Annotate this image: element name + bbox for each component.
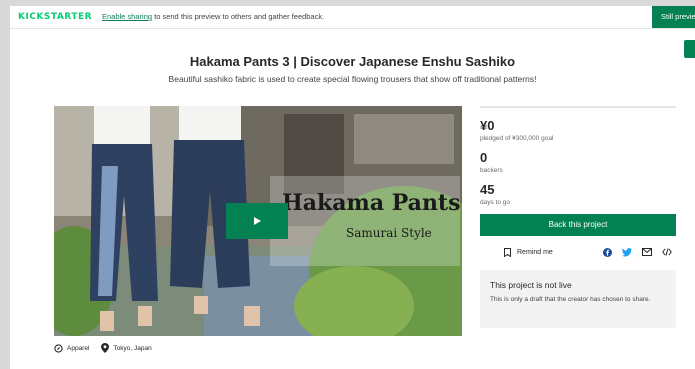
location-link[interactable]: Tokyo, Japan	[101, 343, 152, 353]
not-live-title: This project is not live	[490, 280, 572, 290]
preview-page: KICKSTARTER Enable sharing to send this …	[10, 6, 695, 369]
backers-count: 0	[480, 150, 488, 165]
location-pin-icon	[101, 343, 110, 353]
not-live-notice: This project is not live This is only a …	[480, 270, 676, 328]
twitter-icon[interactable]	[622, 247, 632, 257]
email-icon[interactable]	[642, 248, 652, 256]
project-subtitle: Beautiful sashiko fabric is used to crea…	[168, 74, 537, 84]
pledged-goal-label: pledged of ¥300,000 goal	[480, 135, 554, 142]
kickstarter-logo[interactable]: KICKSTARTER	[18, 12, 92, 22]
backers-label: backers	[480, 167, 503, 174]
enable-sharing-link[interactable]: Enable sharing	[102, 12, 152, 21]
facebook-icon[interactable]	[603, 247, 612, 257]
preview-notice-text: to send this preview to others and gathe…	[152, 12, 325, 21]
preview-notice: Enable sharing to send this preview to o…	[102, 12, 324, 21]
progress-bar	[480, 106, 676, 108]
project-video[interactable]: Hakama Pants Samurai Style	[54, 106, 462, 336]
hero-overlay-subtitle: Samurai Style	[346, 226, 432, 240]
share-icons	[603, 247, 672, 257]
project-actions: Remind me	[480, 242, 676, 262]
preview-topbar: KICKSTARTER Enable sharing to send this …	[10, 6, 695, 29]
bookmark-icon	[504, 247, 511, 257]
project-stats: ¥0 pledged of ¥300,000 goal 0 backers 45…	[480, 106, 676, 328]
hero-overlay-title: Hakama Pants	[282, 190, 461, 216]
remind-me-button[interactable]: Remind me	[504, 247, 553, 257]
play-video-button[interactable]	[226, 203, 288, 239]
project-meta: Apparel Tokyo, Japan	[54, 343, 152, 353]
category-label: Apparel	[67, 344, 90, 352]
not-live-text: This is only a draft that the creator ha…	[490, 296, 651, 303]
embed-icon[interactable]	[662, 248, 672, 256]
location-label: Tokyo, Japan	[113, 344, 152, 352]
days-to-go-count: 45	[480, 182, 495, 197]
project-title: Hakama Pants 3 | Discover Japanese Enshu…	[189, 54, 516, 69]
play-icon	[253, 217, 261, 225]
days-to-go-label: days to go	[480, 199, 510, 206]
category-link[interactable]: Apparel	[54, 343, 90, 353]
compass-icon	[54, 343, 63, 353]
remind-me-label: Remind me	[517, 248, 553, 256]
back-this-project-button[interactable]: Back this project	[480, 214, 676, 236]
still-previewing-button[interactable]: Still previewing	[652, 6, 695, 28]
pledged-amount: ¥0	[480, 118, 495, 133]
